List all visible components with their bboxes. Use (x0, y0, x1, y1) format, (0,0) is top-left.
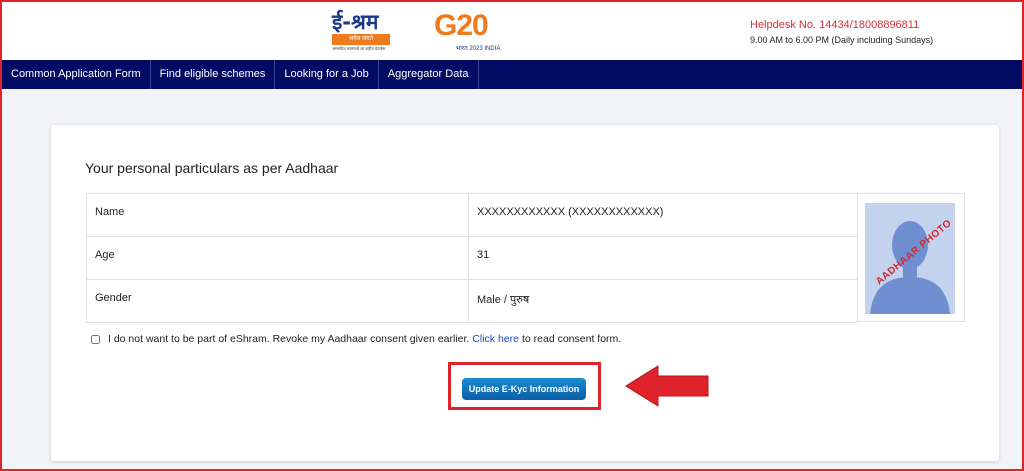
update-ekyc-button[interactable]: Update E-Kyc Information (462, 378, 586, 400)
main-navbar: Common Application Form Find eligible sc… (2, 60, 1022, 89)
name-value: XXXXXXXXXXXX (XXXXXXXXXXXX) (468, 193, 858, 237)
eshram-logo-text: ई-श्रम (332, 10, 379, 34)
g20-logo-text: G20 (434, 9, 489, 42)
table-row: Name XXXXXXXXXXXX (XXXXXXXXXXXX) (86, 193, 858, 237)
card-title: Your personal particulars as per Aadhaar (85, 160, 339, 176)
age-label: Age (86, 236, 469, 280)
g20-logo: G20 भारत 2023 INDIA (434, 10, 514, 54)
nav-looking-for-job[interactable]: Looking for a Job (275, 60, 379, 89)
consent-form-link[interactable]: Click here (472, 333, 519, 345)
nav-common-application-form[interactable]: Common Application Form (2, 60, 151, 89)
table-row: Gender Male / पुरुष (86, 279, 858, 323)
eshram-logo[interactable]: ई-श्रम श्रमेव जयते असंगठित कामगारों का र… (332, 10, 390, 54)
helpdesk-hours: 9.00 AM to 6.00 PM (Daily including Sund… (750, 35, 934, 45)
consent-row: I do not want to be part of eShram. Revo… (91, 333, 621, 345)
aadhaar-particulars-card: Your personal particulars as per Aadhaar… (51, 125, 999, 461)
gender-value: Male / पुरुष (468, 279, 858, 323)
eshram-logo-tagline: असंगठित कामगारों का राष्ट्रीय डेटाबेस (332, 46, 386, 51)
name-label: Name (86, 193, 469, 237)
table-row: Age 31 (86, 236, 858, 280)
particulars-table: Name XXXXXXXXXXXX (XXXXXXXXXXXX) Age 31 … (86, 193, 858, 323)
aadhaar-photo: AADHAAR PHOTO (865, 203, 955, 314)
revoke-consent-checkbox[interactable] (91, 334, 100, 344)
header: ई-श्रम श्रमेव जयते असंगठित कामगारों का र… (2, 2, 1022, 60)
nav-find-eligible-schemes[interactable]: Find eligible schemes (151, 60, 276, 89)
gender-label: Gender (86, 279, 469, 323)
red-arrow-icon (625, 365, 709, 407)
photo-cell: AADHAAR PHOTO (857, 193, 965, 322)
nav-aggregator-data[interactable]: Aggregator Data (379, 60, 479, 89)
age-value: 31 (468, 236, 858, 280)
helpdesk-number: Helpdesk No. 14434/18008896811 (750, 19, 920, 31)
g20-logo-year: भारत 2023 INDIA (456, 46, 501, 52)
consent-text: I do not want to be part of eShram. Revo… (108, 333, 470, 345)
eshram-logo-band: श्रमेव जयते (332, 34, 390, 45)
consent-text-after: to read consent form. (521, 333, 622, 345)
